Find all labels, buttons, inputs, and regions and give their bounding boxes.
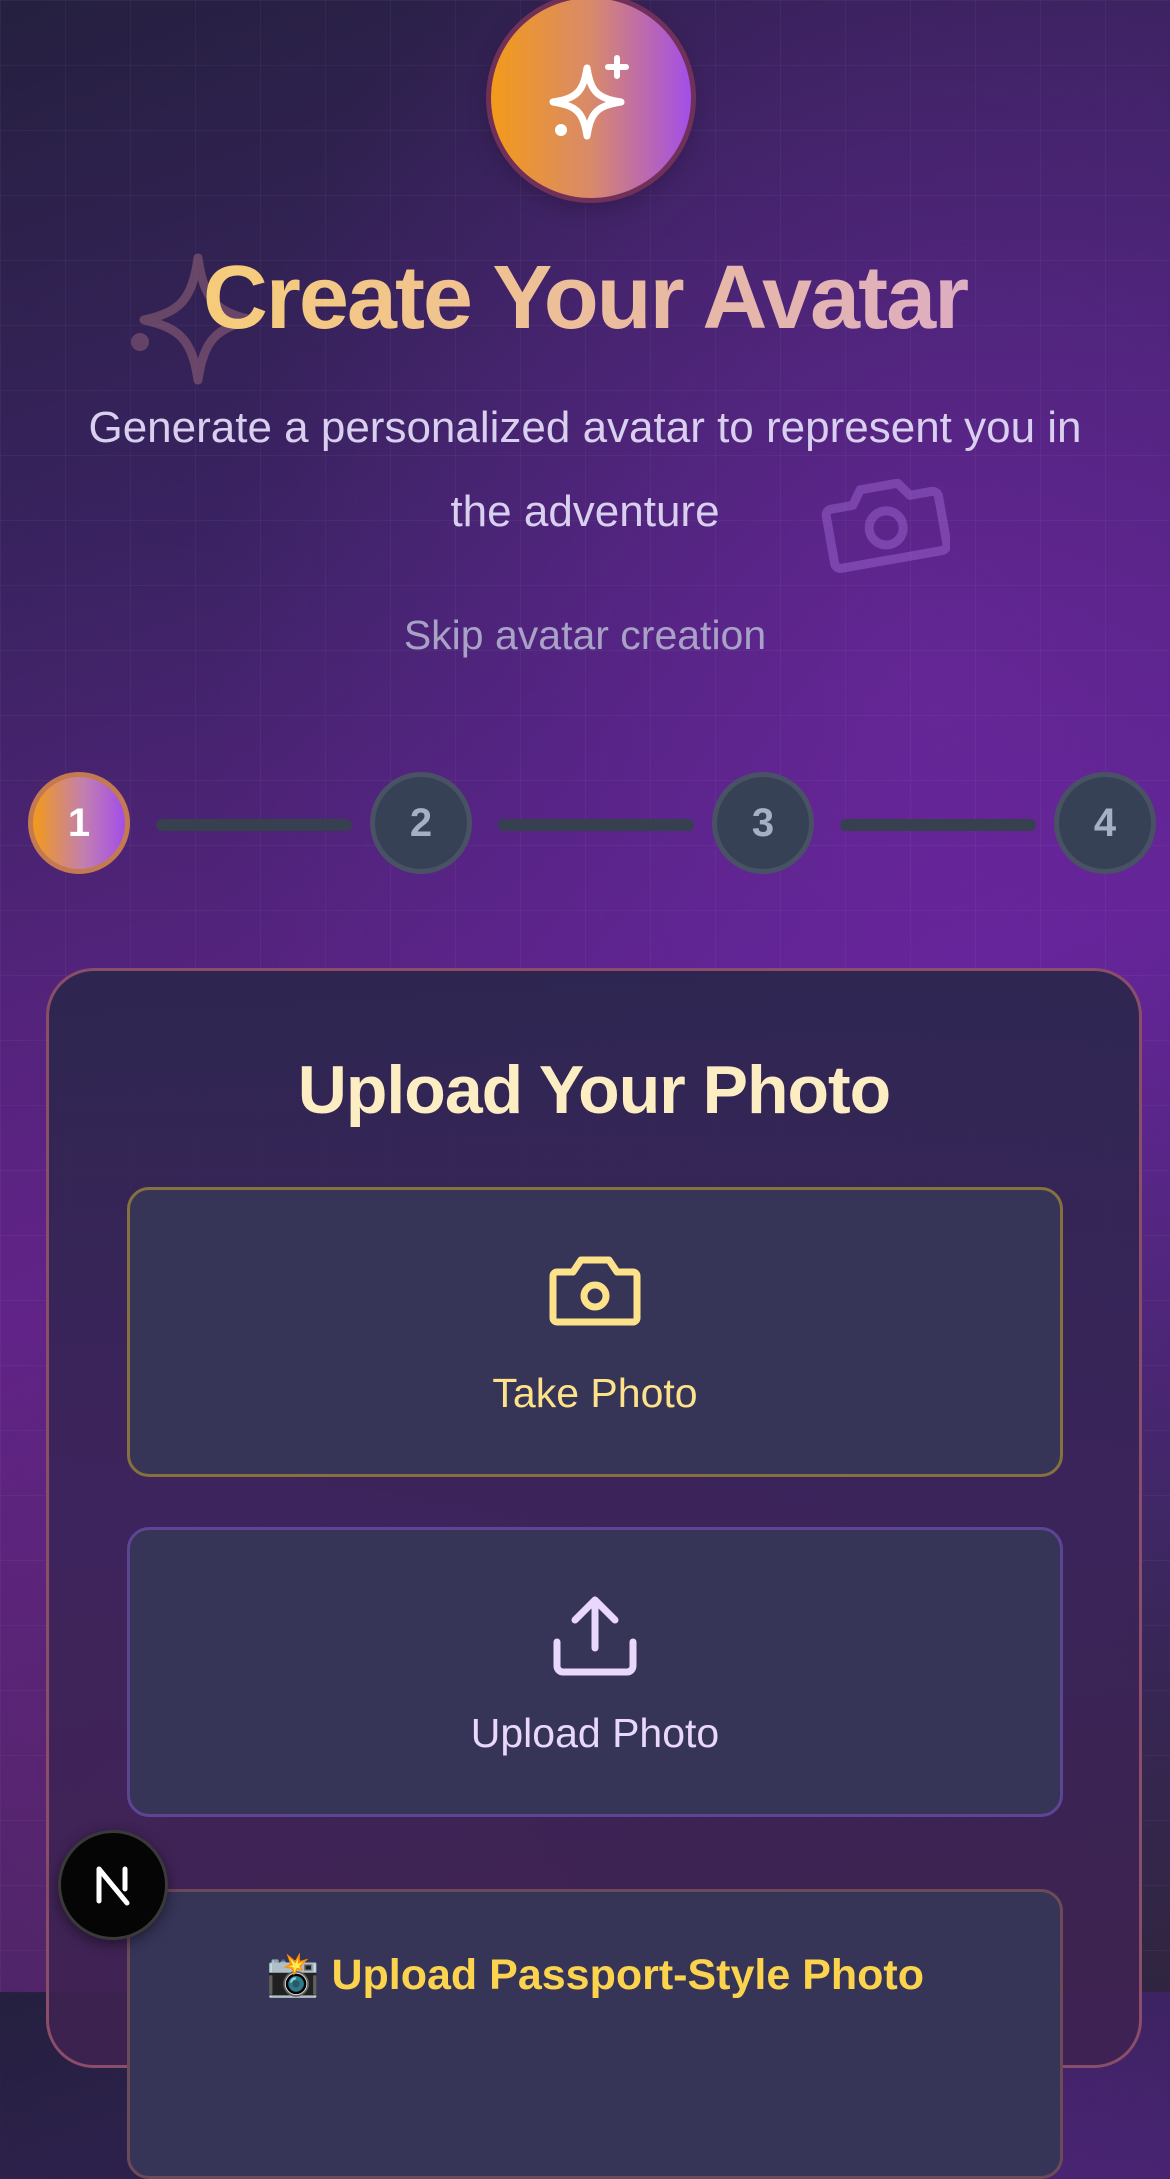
page-title: Create Your Avatar (0, 248, 1170, 348)
upload-photo-card: Upload Your Photo Take Photo Upload Phot… (46, 968, 1142, 2179)
upload-passport-photo-label: 📸 Upload Passport-Style Photo (266, 1951, 924, 1999)
nextjs-logo-icon (96, 1866, 130, 1906)
page-subtitle: Generate a personalized avatar to repres… (88, 403, 1082, 536)
camera-icon (549, 1256, 641, 1326)
step-4-indicator: 4 (1054, 772, 1156, 874)
progress-stepper: 1 2 3 4 (28, 772, 1158, 882)
step-2-indicator: 2 (370, 772, 472, 874)
step-3-indicator: 3 (712, 772, 814, 874)
skip-avatar-link[interactable]: Skip avatar creation (0, 612, 1170, 659)
step-1-indicator: 1 (28, 772, 130, 874)
upload-photo-button[interactable]: Upload Photo (127, 1527, 1063, 1817)
upload-icon (553, 1596, 637, 1676)
step-connector (156, 819, 352, 831)
upload-photo-label: Upload Photo (470, 1710, 720, 1756)
step-connector (498, 819, 694, 831)
upload-passport-photo-button[interactable]: 📸 Upload Passport-Style Photo (127, 1889, 1063, 2179)
nextjs-dev-badge[interactable] (58, 1830, 168, 1940)
card-title: Upload Your Photo (297, 1052, 891, 1128)
sparkles-icon (549, 55, 629, 140)
avatar-hero-badge (491, 0, 691, 198)
step-connector (840, 819, 1036, 831)
take-photo-label: Take Photo (492, 1370, 698, 1416)
take-photo-button[interactable]: Take Photo (127, 1187, 1063, 1477)
